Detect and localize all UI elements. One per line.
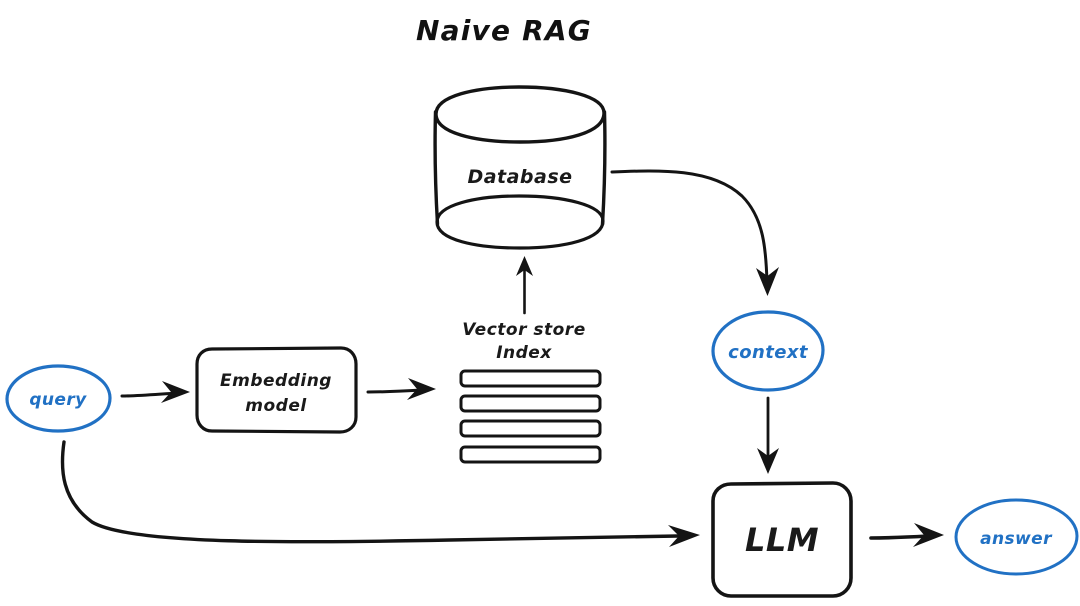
answer-label: answer (980, 529, 1053, 549)
vector-index-bar-1 (459, 369, 602, 388)
edge-query-to-embedding (120, 381, 190, 403)
database-right-wall (600, 110, 607, 226)
edge-embedding-to-index (366, 378, 436, 400)
edge-database-to-context (610, 169, 779, 296)
diagram-title: Naive RAG (416, 14, 592, 47)
answer-node[interactable]: answer (954, 498, 1079, 576)
database-bottom-ellipse (435, 194, 605, 250)
query-label: query (29, 390, 87, 410)
vector-index-bar-3 (459, 419, 602, 438)
database-to-context-line (610, 169, 769, 284)
embedding-model-label-line2: model (245, 396, 307, 416)
database-node[interactable]: Database (433, 85, 607, 250)
edge-llm-to-answer (869, 523, 944, 547)
vector-store-index-label-line1: Vector store (462, 320, 585, 340)
database-label: Database (467, 166, 572, 188)
database-left-wall (433, 110, 440, 226)
vector-store-index-node[interactable]: Vector store Index (459, 320, 602, 464)
query-to-embedding-arrowhead (161, 381, 190, 403)
embedding-model-label-line1: Embedding (220, 371, 332, 391)
vector-store-index-label-line2: Index (496, 343, 552, 363)
edge-query-to-llm (60, 440, 700, 547)
llm-node[interactable]: LLM (711, 481, 853, 598)
diagram-canvas: Naive RAG Database context query Embeddi… (0, 0, 1080, 606)
query-node[interactable]: query (5, 364, 112, 433)
embedding-model-node[interactable]: Embedding model (195, 346, 358, 434)
edge-context-to-llm (757, 396, 779, 474)
embedding-to-index-line (366, 388, 424, 394)
vector-index-bar-2 (459, 394, 602, 413)
edge-index-to-database (516, 256, 533, 315)
vector-index-bar-4 (459, 445, 602, 464)
llm-label: LLM (745, 521, 819, 559)
context-node[interactable]: context (711, 310, 825, 392)
embedding-to-index-arrowhead (407, 378, 436, 400)
naive-rag-diagram: Naive RAG Database context query Embeddi… (5, 14, 1079, 598)
context-label: context (728, 342, 809, 363)
llm-to-answer-line (869, 534, 930, 540)
